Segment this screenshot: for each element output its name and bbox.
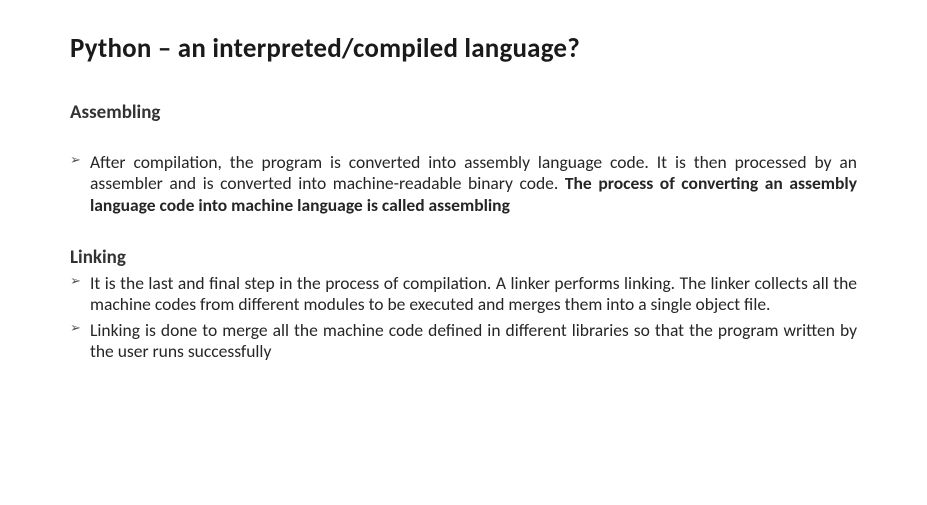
section-heading-linking: Linking (70, 246, 857, 269)
slide-title: Python – an interpreted/compiled languag… (70, 32, 857, 65)
bullet-text: Linking is done to merge all the machine… (90, 319, 857, 362)
bullet-block-assembling: ➢ After compilation, the program is conv… (70, 152, 857, 216)
bullet-arrow-icon: ➢ (70, 321, 81, 337)
bullet-arrow-icon: ➢ (70, 153, 81, 169)
bullet-text: It is the last and final step in the pro… (90, 272, 857, 315)
section-heading-assembling: Assembling (70, 101, 857, 124)
bullet-item: ➢ Linking is done to merge all the machi… (70, 320, 857, 363)
bullet-item: ➢ After compilation, the program is conv… (70, 152, 857, 216)
bullet-arrow-icon: ➢ (70, 274, 81, 290)
bullet-item: ➢ It is the last and final step in the p… (70, 273, 857, 316)
bullet-block-linking: ➢ It is the last and final step in the p… (70, 273, 857, 362)
